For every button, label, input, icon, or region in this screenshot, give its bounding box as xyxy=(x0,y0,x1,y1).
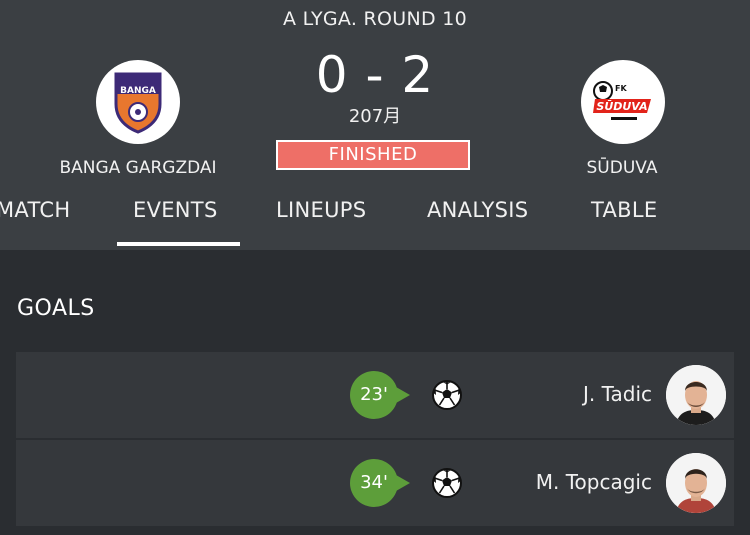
goal-minute-badge: 34' xyxy=(350,459,398,507)
away-logo-prefix: FK xyxy=(615,84,627,93)
player-avatar[interactable] xyxy=(666,365,726,425)
goal-scorer-name[interactable]: M. Topcagic xyxy=(536,470,652,494)
player-avatar[interactable] xyxy=(666,453,726,513)
soccer-ball-icon xyxy=(432,468,462,498)
tab-table[interactable]: TABLE xyxy=(591,198,657,222)
goals-section-title: GOALS xyxy=(17,296,95,321)
round-title: A LYGA. ROUND 10 xyxy=(282,8,468,30)
tab-lineups[interactable]: LINEUPS xyxy=(276,198,366,222)
player-photo xyxy=(666,365,726,425)
goal-row[interactable]: 34' M. Topcagic xyxy=(16,440,734,527)
active-tab-indicator xyxy=(117,242,240,246)
tab-bar: MATCH EVENTS LINEUPS ANALYSIS TABLE xyxy=(0,196,750,250)
tab-events[interactable]: EVENTS xyxy=(133,198,218,222)
tab-analysis[interactable]: ANALYSIS xyxy=(427,198,528,222)
soccer-ball-icon xyxy=(432,380,462,410)
goal-scorer-name[interactable]: J. Tadic xyxy=(583,382,652,406)
away-team-name[interactable]: SŪDUVA xyxy=(502,158,742,178)
minute-badge-arrow xyxy=(396,475,410,491)
suduva-crest-icon: FK SŪDUVA xyxy=(593,81,651,120)
match-header: A LYGA. ROUND 10 BANGA BANGA GARGZDAI 0 … xyxy=(0,0,750,250)
tab-match[interactable]: MATCH xyxy=(0,198,70,222)
minute-badge-arrow xyxy=(396,387,410,403)
player-photo xyxy=(666,453,726,513)
status-badge: FINISHED xyxy=(276,140,470,170)
away-team-logo[interactable]: FK SŪDUVA xyxy=(581,60,665,144)
away-logo-text: SŪDUVA xyxy=(596,100,647,113)
goal-row[interactable]: 23' J. Tadic xyxy=(16,352,734,439)
goal-minute-badge: 23' xyxy=(350,371,398,419)
home-team-name[interactable]: BANGA GARGZDAI xyxy=(18,158,258,178)
